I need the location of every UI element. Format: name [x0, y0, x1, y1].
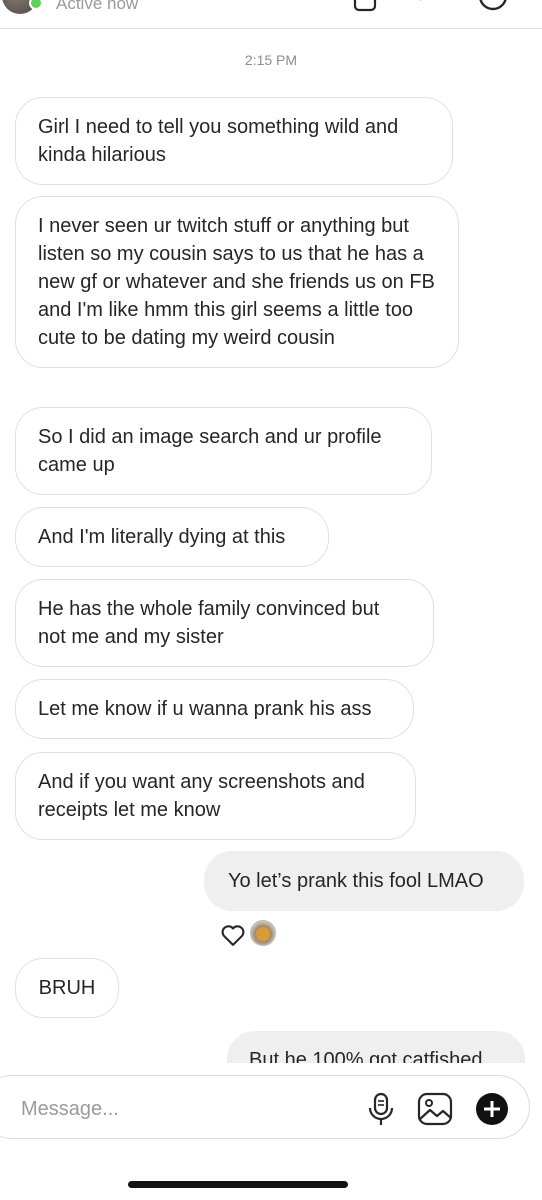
message-timestamp: 2:15 PM [244, 52, 298, 68]
chat-header: Active now [0, 0, 542, 29]
message-bubble-received[interactable]: Girl I need to tell you something wild a… [15, 97, 453, 185]
gallery-icon[interactable] [417, 1092, 453, 1126]
message-bubble-received[interactable]: BRUH [15, 958, 119, 1018]
message-bubble-received[interactable]: He has the whole family convinced but no… [15, 579, 434, 667]
heart-icon [221, 925, 245, 946]
active-status-text: Active now [56, 0, 139, 13]
message-bubble-received[interactable]: And I'm literally dying at this [15, 507, 329, 567]
message-bubble-sent[interactable]: But he 100% got catfished [227, 1031, 525, 1063]
message-bubble-received[interactable]: And if you want any screenshots and rece… [15, 752, 416, 840]
message-bubble-received[interactable]: So I did an image search and ur profile … [15, 407, 432, 495]
message-bubble-sent[interactable]: Yo let’s prank this fool LMAO [204, 851, 524, 911]
microphone-icon[interactable] [365, 1092, 397, 1126]
video-icon[interactable] [352, 0, 382, 16]
message-composer [0, 1075, 530, 1139]
phone-icon[interactable] [408, 0, 438, 16]
reactor-avatar [250, 920, 276, 946]
message-bubble-received[interactable]: I never seen ur twitch stuff or anything… [15, 196, 459, 368]
online-status-dot [29, 0, 43, 10]
message-input[interactable] [19, 1094, 343, 1124]
message-clip: But he 100% got catfished [0, 1025, 542, 1063]
message-bubble-received[interactable]: Let me know if u wanna prank his ass [15, 679, 414, 739]
info-icon[interactable] [476, 0, 510, 20]
home-indicator [128, 1181, 348, 1188]
add-icon[interactable] [475, 1092, 509, 1126]
